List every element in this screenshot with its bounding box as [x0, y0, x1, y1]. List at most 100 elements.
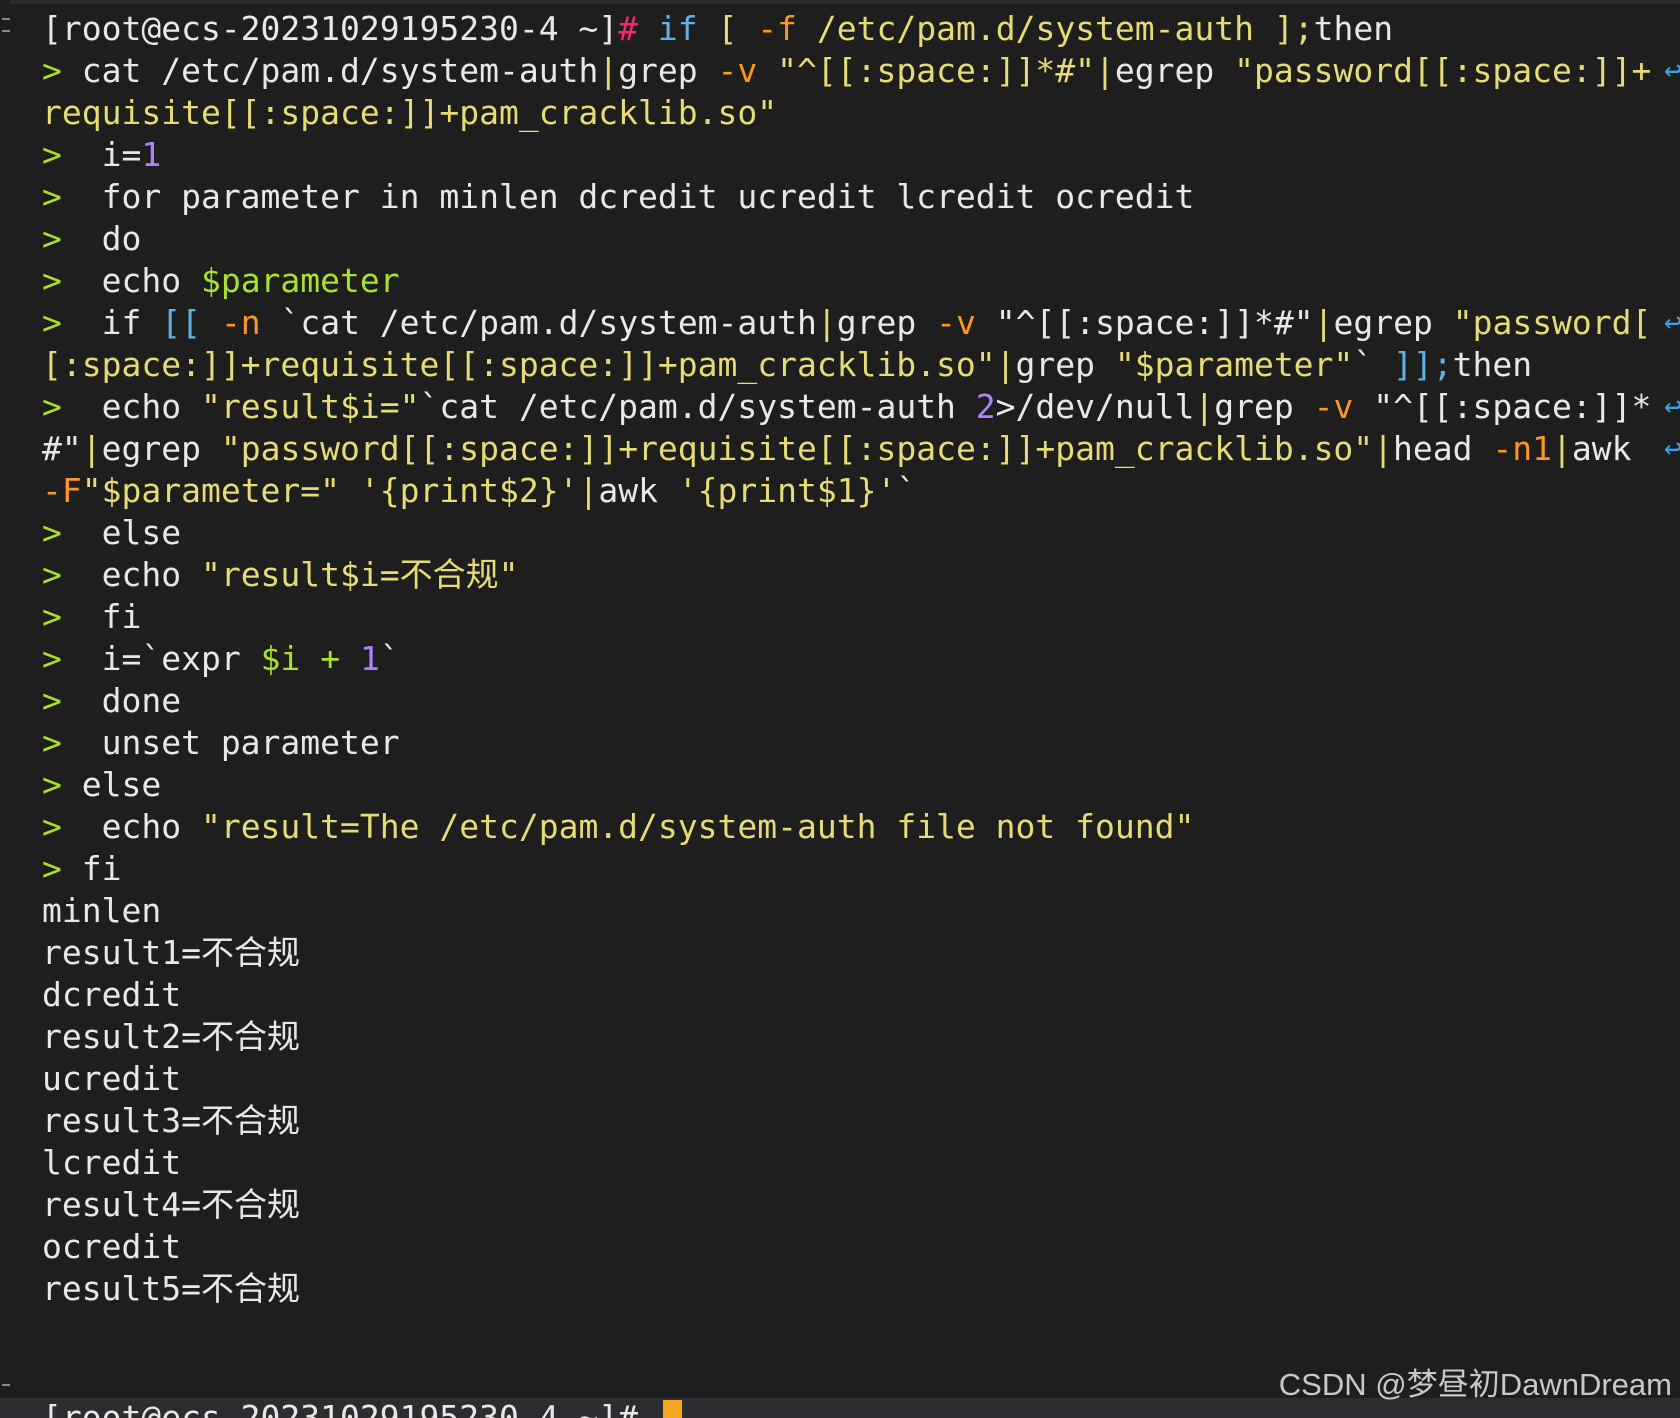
terminal-text-segment: >: [42, 135, 102, 174]
terminal-text-segment: unset parameter: [101, 723, 400, 762]
terminal-text-segment: "$parameter=": [81, 471, 360, 510]
terminal-text-segment: "^[[:space:]]*#": [757, 51, 1096, 90]
terminal-line: ocredit: [42, 1224, 181, 1269]
terminal-text-segment: else: [101, 513, 182, 552]
terminal-text-segment: result3=不合规: [42, 1101, 300, 1140]
terminal-line: > done: [42, 678, 181, 723]
terminal-line: result4=不合规: [42, 1182, 300, 1227]
terminal-line: -F"$parameter=" '{print$2}'|awk '{print$…: [42, 468, 916, 513]
line-wrap-icon: ↩: [1664, 389, 1680, 424]
terminal-text-segment: head: [1393, 429, 1493, 468]
terminal-text-segment: "$parameter": [1114, 345, 1354, 384]
terminal-text-segment: egrep: [101, 429, 221, 468]
terminal-text-segment: `: [379, 639, 400, 678]
terminal-text-segment: [[: [161, 303, 201, 342]
terminal-text-segment: >: [42, 303, 102, 342]
terminal-text-segment: >: [42, 597, 102, 636]
terminal-text-segment: grep: [836, 303, 937, 342]
terminal-line: > echo $parameter: [42, 258, 400, 303]
terminal-text-segment: '{print$2}': [359, 471, 579, 510]
terminal-text-segment: fi: [81, 849, 122, 888]
terminal-text-segment: for parameter in minlen dcredit ucredit …: [101, 177, 1195, 216]
terminal-text-segment: [root@ecs-20231029195230-4 ~]: [42, 9, 619, 48]
terminal-text-segment: then: [1452, 345, 1533, 384]
line-wrap-icon: ↩: [1664, 53, 1680, 88]
terminal-line: > i=`expr $i + 1`: [42, 636, 400, 681]
terminal-text-segment: grep: [1015, 345, 1115, 384]
terminal-text-segment: >: [42, 723, 102, 762]
terminal-text-segment: [: [717, 9, 738, 48]
terminal-text-segment: "password[[:space:]]+requisite[[:space:]…: [220, 429, 1374, 468]
terminal-text-segment: |: [816, 303, 837, 342]
terminal-text-segment: #": [42, 429, 82, 468]
terminal-text-segment: echo: [101, 387, 201, 426]
terminal-line: > do: [42, 216, 141, 261]
terminal-line: requisite[[:space:]]+pam_cracklib.so": [42, 90, 777, 135]
terminal-text-segment: >: [42, 765, 82, 804]
terminal-text-segment: if: [657, 9, 698, 48]
terminal-line: ucredit: [42, 1056, 181, 1101]
terminal-text-segment: echo: [101, 261, 201, 300]
terminal-line: > unset parameter: [42, 720, 400, 765]
terminal-line: [root@ecs-20231029195230-4 ~]# if [ -f /…: [42, 6, 1393, 51]
terminal-text-segment: -F: [42, 471, 82, 510]
terminal-text-segment: >: [42, 387, 102, 426]
terminal-line: > else: [42, 762, 161, 807]
terminal-cursor: [663, 1400, 682, 1418]
terminal-line: dcredit: [42, 972, 181, 1017]
terminal-text-segment: |: [1552, 429, 1572, 468]
terminal-text-segment: i=`expr: [101, 639, 261, 678]
terminal-window[interactable]: [root@ecs-20231029195230-4 ~]# if [ -f /…: [0, 0, 1680, 1418]
terminal-text-segment: |: [1095, 51, 1115, 90]
terminal-text-segment: awk: [1571, 429, 1652, 468]
terminal-text-segment: >: [42, 555, 102, 594]
terminal-text-segment: |: [995, 345, 1016, 384]
terminal-text-segment: >/dev/null: [995, 387, 1195, 426]
terminal-text-segment: >: [42, 51, 82, 90]
terminal-line: > for parameter in minlen dcredit ucredi…: [42, 174, 1194, 219]
terminal-text-segment: '{print$1}': [677, 471, 897, 510]
terminal-text-segment: -v: [1313, 387, 1354, 426]
terminal-line: > fi: [42, 846, 122, 891]
terminal-text-segment: awk: [598, 471, 678, 510]
terminal-line: result5=不合规: [42, 1266, 300, 1311]
terminal-text-segment: `: [1353, 345, 1394, 384]
gutter-marker: [2, 18, 10, 20]
terminal-text-segment: "result$i=": [200, 387, 420, 426]
terminal-text-segment: if: [101, 303, 162, 342]
terminal-line: > i=1: [42, 132, 161, 177]
terminal-prompt: [root@ecs-20231029195230-4 ~]#: [42, 1398, 658, 1418]
gutter-marker: [2, 30, 10, 32]
terminal-text-segment: cat /etc/pam.d/system-auth: [81, 51, 599, 90]
terminal-text-segment: -n: [220, 303, 261, 342]
terminal-line: > fi: [42, 594, 141, 639]
terminal-text-segment: [:space:]]+requisite[[:space:]]+pam_crac…: [42, 345, 996, 384]
terminal-text-segment: ucredit: [42, 1059, 182, 1098]
terminal-top-edge: [0, 0, 1680, 4]
terminal-text-segment: >: [42, 261, 102, 300]
terminal-text-segment: 1: [141, 135, 162, 174]
terminal-line: lcredit: [42, 1140, 181, 1185]
terminal-text-segment: #: [618, 9, 658, 48]
terminal-text-segment: `cat /etc/pam.d/system-auth: [419, 387, 976, 426]
terminal-text-segment: "password[[:space:]]+: [1234, 51, 1652, 90]
gutter-marker: [2, 1384, 10, 1386]
terminal-text-segment: |: [1313, 303, 1334, 342]
line-wrap-icon: ↩: [1664, 305, 1680, 340]
terminal-text-segment: done: [101, 681, 182, 720]
terminal-text-segment: grep: [1214, 387, 1314, 426]
terminal-text-segment: ocredit: [42, 1227, 182, 1266]
terminal-text-segment: -n1: [1492, 429, 1552, 468]
terminal-text-segment: >: [42, 639, 102, 678]
terminal-text-segment: >: [42, 219, 102, 258]
terminal-line: > else: [42, 510, 181, 555]
terminal-text-segment: >: [42, 849, 82, 888]
terminal-text-segment: |: [578, 471, 599, 510]
terminal-text-segment: 2: [975, 387, 996, 426]
terminal-text-segment: egrep: [1114, 51, 1235, 90]
terminal-line: result1=不合规: [42, 930, 300, 975]
